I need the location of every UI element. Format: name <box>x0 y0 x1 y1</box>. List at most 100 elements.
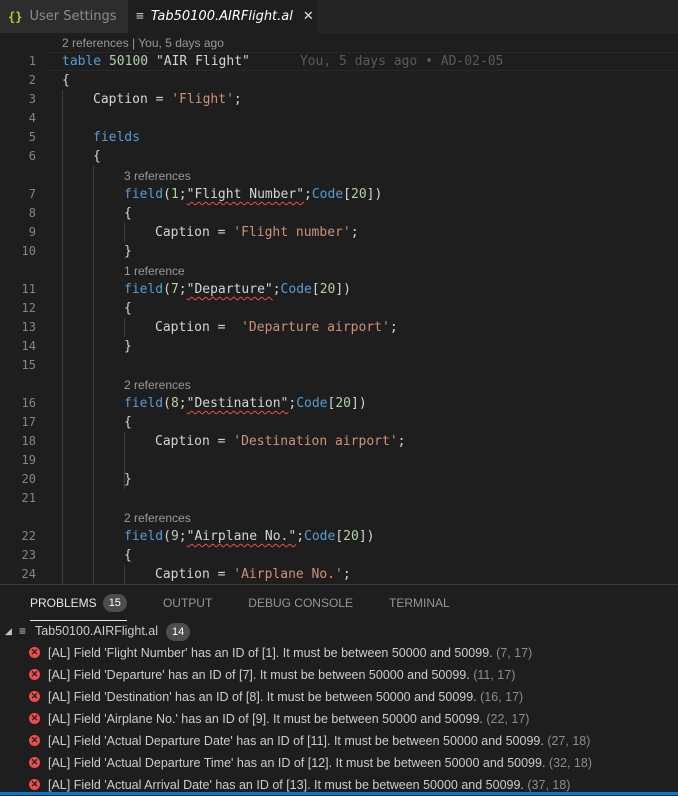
code-text: table 50100 "AIR Flight" You, 5 days ago … <box>62 54 504 69</box>
line-number: 23 <box>21 548 36 562</box>
problem-item[interactable]: ✕ [AL] Field 'Actual Departure Time' has… <box>0 752 678 774</box>
code-text: fields <box>93 130 140 145</box>
line-number: 12 <box>21 301 36 315</box>
line-number: 9 <box>28 225 36 239</box>
line-number: 8 <box>28 206 36 220</box>
problem-message: [AL] Field 'Actual Departure Date' has a… <box>48 734 591 748</box>
tab-user-settings[interactable]: {} User Settings <box>0 0 128 33</box>
code-line: 22 field(9;"Airplane No.";Code[20]) <box>0 527 678 546</box>
code-line: 14 } <box>0 337 678 356</box>
problem-item[interactable]: ✕ [AL] Field 'Airplane No.' has an ID of… <box>0 708 678 730</box>
code-text: Caption = 'Flight number'; <box>155 225 359 240</box>
code-line: 12 { <box>0 299 678 318</box>
code-line: 16 field(8;"Destination";Code[20]) <box>0 394 678 413</box>
file-problem-count-badge: 14 <box>166 623 191 641</box>
error-icon: ✕ <box>29 713 40 724</box>
chevron-down-icon[interactable]: ◢ <box>5 620 12 642</box>
file-lines-icon: ≡ <box>136 9 144 24</box>
error-squiggle: "Airplane No." <box>186 529 297 544</box>
code-line: 3 Caption = 'Flight'; <box>0 90 678 109</box>
code-lens[interactable]: 2 references <box>124 509 191 528</box>
line-number: 2 <box>28 73 36 87</box>
code-text: { <box>124 301 132 316</box>
code-text: { <box>124 206 132 221</box>
tab-debug-console[interactable]: DEBUG CONSOLE <box>248 585 353 621</box>
code-text: Caption = 'Airplane No.'; <box>155 567 351 582</box>
problem-item[interactable]: ✕ [AL] Field 'Destination' has an ID of … <box>0 686 678 708</box>
problems-file-group[interactable]: ◢ ≡ Tab50100.AIRFlight.al 14 <box>0 620 678 642</box>
line-number: 4 <box>28 111 36 125</box>
code-lens[interactable]: 2 references <box>124 376 191 395</box>
code-text: { <box>93 149 101 164</box>
line-number: 7 <box>28 187 36 201</box>
code-text: } <box>124 472 132 487</box>
line-number: 20 <box>21 472 36 486</box>
code-line: 1 table 50100 "AIR Flight" You, 5 days ag… <box>0 52 678 71</box>
line-number: 1 <box>28 54 36 68</box>
error-squiggle: "Departure" <box>186 282 273 297</box>
panel-tab-bar: PROBLEMS 15 OUTPUT DEBUG CONSOLE TERMINA… <box>0 585 678 621</box>
tab-airflight[interactable]: ≡ Tab50100.AIRFlight.al ✕ <box>128 0 318 33</box>
problem-message: [AL] Field 'Destination' has an ID of [8… <box>48 690 524 704</box>
line-number: 22 <box>21 529 36 543</box>
problem-item[interactable]: ✕ [AL] Field 'Flight Number' has an ID o… <box>0 642 678 664</box>
line-number: 5 <box>28 130 36 144</box>
tab-problems[interactable]: PROBLEMS 15 <box>30 585 127 621</box>
tab-label: Tab50100.AIRFlight.al <box>150 9 293 24</box>
git-blame-annotation: You, 5 days ago • AD-02-05 <box>299 54 504 69</box>
code-text: { <box>124 548 132 563</box>
code-text: { <box>62 73 70 88</box>
problems-count-badge: 15 <box>102 593 127 612</box>
code-line: 20 } <box>0 470 678 489</box>
code-lens[interactable]: 1 reference <box>124 262 185 281</box>
code-line: 4 <box>0 109 678 128</box>
line-number: 13 <box>21 320 36 334</box>
line-number: 21 <box>21 491 36 505</box>
code-text: field(1;"Flight Number";Code[20]) <box>124 187 383 202</box>
problem-message: [AL] Field 'Flight Number' has an ID of … <box>48 646 533 660</box>
problem-item[interactable]: ✕ [AL] Field 'Actual Departure Date' has… <box>0 730 678 752</box>
error-icon: ✕ <box>29 757 40 768</box>
file-lines-icon: ≡ <box>19 624 27 638</box>
code-line: 9 Caption = 'Flight number'; <box>0 223 678 242</box>
close-icon[interactable]: ✕ <box>303 9 314 24</box>
line-number: 10 <box>21 244 36 258</box>
line-number: 14 <box>21 339 36 353</box>
tab-label: User Settings <box>29 9 117 24</box>
line-number: 18 <box>21 434 36 448</box>
line-number: 3 <box>28 92 36 106</box>
line-number: 19 <box>21 453 36 467</box>
code-line: 2 { <box>0 71 678 90</box>
code-text: Caption = 'Flight'; <box>93 92 242 107</box>
error-icon: ✕ <box>29 779 40 790</box>
bottom-panel: PROBLEMS 15 OUTPUT DEBUG CONSOLE TERMINA… <box>0 584 678 795</box>
code-line: 10 } <box>0 242 678 261</box>
code-line: 24 Caption = 'Airplane No.'; <box>0 565 678 584</box>
problems-file-name: Tab50100.AIRFlight.al <box>35 624 158 638</box>
line-number: 16 <box>21 396 36 410</box>
code-line: 19 <box>0 451 678 470</box>
line-number: 17 <box>21 415 36 429</box>
code-line: 23 { <box>0 546 678 565</box>
code-lens[interactable]: 3 references <box>124 167 191 186</box>
code-text: field(9;"Airplane No.";Code[20]) <box>124 529 375 544</box>
problem-message: [AL] Field 'Airplane No.' has an ID of [… <box>48 712 530 726</box>
error-squiggle: "Flight Number" <box>186 187 305 202</box>
error-icon: ✕ <box>29 669 40 680</box>
tab-terminal[interactable]: TERMINAL <box>389 585 450 621</box>
tab-output[interactable]: OUTPUT <box>163 585 212 621</box>
code-text: Caption = 'Destination airport'; <box>155 434 406 449</box>
error-icon: ✕ <box>29 735 40 746</box>
error-icon: ✕ <box>29 691 40 702</box>
problem-message: [AL] Field 'Departure' has an ID of [7].… <box>48 668 516 682</box>
code-line: 7 field(1;"Flight Number";Code[20]) <box>0 185 678 204</box>
error-squiggle: "Destination" <box>186 396 289 411</box>
code-line: 5 fields <box>0 128 678 147</box>
error-icon: ✕ <box>29 647 40 658</box>
code-lens[interactable]: 2 references | You, 5 days ago <box>62 34 224 53</box>
code-text: field(7;"Departure";Code[20]) <box>124 282 351 297</box>
problem-item[interactable]: ✕ [AL] Field 'Departure' has an ID of [7… <box>0 664 678 686</box>
code-editor[interactable]: 2 references | You, 5 days ago 1 table 5… <box>0 33 678 584</box>
line-number: 6 <box>28 149 36 163</box>
code-text: field(8;"Destination";Code[20]) <box>124 396 367 411</box>
